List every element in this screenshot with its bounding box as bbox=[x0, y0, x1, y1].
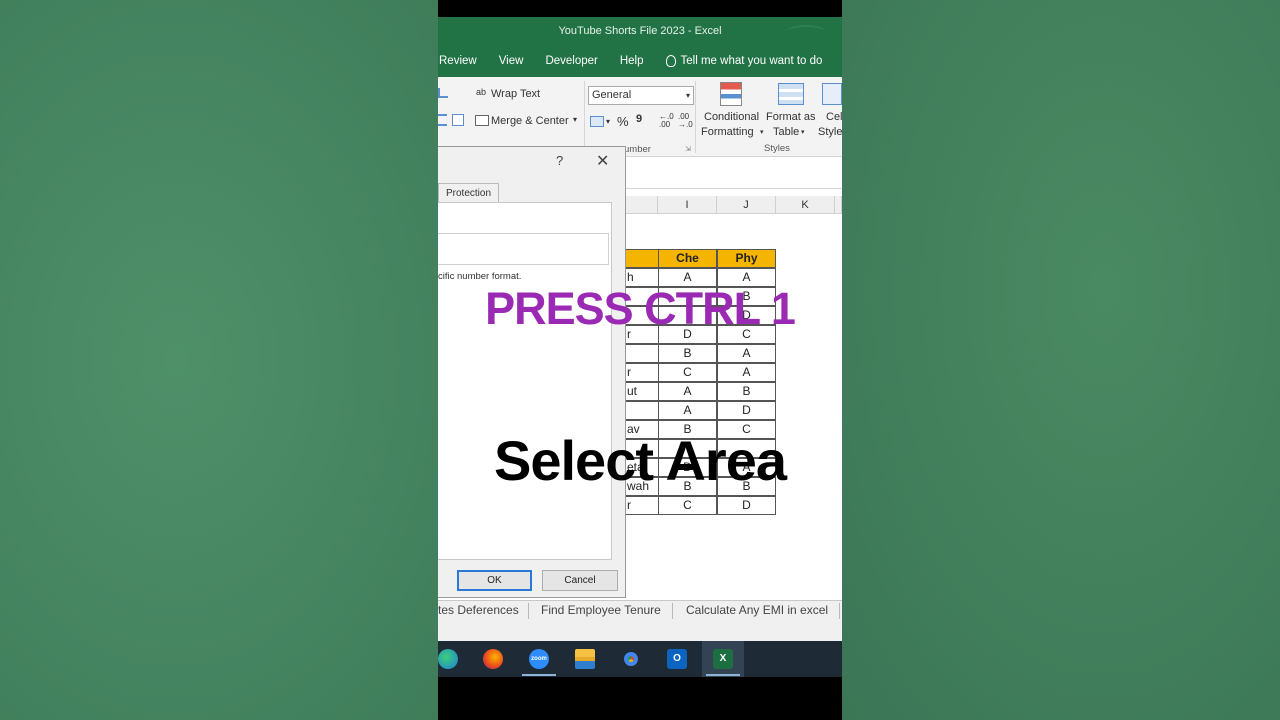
table-cell-phy[interactable]: D bbox=[717, 496, 776, 515]
format-as-table-button[interactable]: Format as bbox=[766, 111, 816, 123]
screen-recording: YouTube Shorts File 2023 - Excel Review … bbox=[438, 0, 842, 720]
ribbon-separator bbox=[584, 81, 585, 153]
group-label-styles: Styles bbox=[764, 143, 790, 154]
sheet-tab-employee-tenure[interactable]: Find Employee Tenure bbox=[541, 603, 661, 617]
active-indicator bbox=[522, 674, 556, 676]
format-cells-dialog: ? ✕ Protection cific number format. OK C… bbox=[438, 146, 626, 598]
table-cell-name[interactable] bbox=[624, 401, 659, 420]
firefox-icon[interactable] bbox=[483, 649, 503, 669]
chevron-down-icon: ▾ bbox=[801, 129, 805, 136]
table-cell-phy[interactable]: A bbox=[717, 363, 776, 382]
sheet-tab-emi[interactable]: Calculate Any EMI in excel bbox=[686, 603, 828, 617]
wrap-text-icon: ab bbox=[476, 87, 487, 97]
window-titlebar: YouTube Shorts File 2023 - Excel bbox=[438, 17, 842, 45]
header-cell-phy[interactable]: Phy bbox=[717, 249, 776, 268]
dialog-launcher-icon[interactable]: ⇲ bbox=[685, 145, 691, 153]
column-header-h[interactable] bbox=[626, 196, 658, 214]
tab-view[interactable]: View bbox=[499, 55, 524, 67]
group-label-number: umber bbox=[624, 144, 651, 155]
ribbon-tabs: Review View Developer Help Tell me what … bbox=[438, 45, 842, 77]
wrap-text-button[interactable]: Wrap Text bbox=[491, 88, 540, 100]
number-format-select[interactable]: General ▾ bbox=[588, 86, 694, 105]
table-cell-che[interactable]: C bbox=[658, 363, 717, 382]
percent-style-button[interactable]: % bbox=[617, 114, 629, 129]
chevron-down-icon: ▾ bbox=[760, 129, 764, 136]
conditional-formatting-label: Formatting bbox=[701, 126, 754, 138]
format-as-table-icon bbox=[778, 83, 804, 105]
edge-icon[interactable] bbox=[438, 649, 458, 669]
account-icon bbox=[786, 25, 826, 39]
merge-center-icon bbox=[475, 115, 489, 126]
column-header-j[interactable]: J bbox=[717, 196, 776, 214]
outlook-icon[interactable]: O bbox=[667, 649, 687, 669]
column-header-k[interactable]: K bbox=[776, 196, 835, 214]
chevron-down-icon: ▾ bbox=[685, 91, 690, 100]
decrease-decimal-icon[interactable]: .00 →.0 bbox=[678, 113, 693, 129]
table-cell-phy[interactable]: A bbox=[717, 344, 776, 363]
table-cell-name[interactable]: ut bbox=[624, 382, 659, 401]
zoom-icon[interactable]: zoom bbox=[529, 649, 549, 669]
file-explorer-icon[interactable] bbox=[575, 649, 595, 669]
table-cell-name[interactable]: r bbox=[624, 496, 659, 515]
header-cell-che[interactable]: Che bbox=[658, 249, 717, 268]
taskbar: zoom O X bbox=[438, 641, 842, 677]
merge-dropdown-icon[interactable]: ▾ bbox=[573, 115, 577, 124]
ribbon-separator bbox=[695, 81, 696, 153]
dialog-panel: cific number format. bbox=[438, 202, 612, 560]
cell-styles-label: Styles bbox=[818, 126, 842, 138]
caption-select-area: Select Area bbox=[494, 429, 787, 492]
increase-decimal-icon[interactable]: ←.0.00 bbox=[659, 113, 674, 129]
excel-icon[interactable]: X bbox=[713, 649, 733, 669]
active-indicator bbox=[706, 674, 740, 676]
table-cell-che[interactable]: C bbox=[658, 496, 717, 515]
caption-press-ctrl-1: PRESS CTRL 1 bbox=[485, 283, 796, 334]
sheet-tab-dates-deferences[interactable]: tes Deferences bbox=[438, 603, 519, 617]
table-cell-name[interactable]: r bbox=[624, 363, 659, 382]
background-left bbox=[0, 0, 438, 720]
tab-divider bbox=[672, 603, 673, 619]
decrease-indent-icon[interactable] bbox=[438, 114, 447, 126]
increase-indent-icon[interactable] bbox=[452, 114, 464, 126]
tab-divider bbox=[839, 603, 840, 619]
lightbulb-icon bbox=[665, 55, 676, 67]
table-cell-phy[interactable]: B bbox=[717, 382, 776, 401]
cell-styles-button[interactable]: Cell bbox=[826, 111, 842, 123]
chrome-icon[interactable] bbox=[621, 649, 641, 669]
cell-styles-icon bbox=[822, 83, 842, 105]
tab-review[interactable]: Review bbox=[439, 55, 477, 67]
tab-developer[interactable]: Developer bbox=[545, 55, 597, 67]
tell-me-search[interactable]: Tell me what you want to do bbox=[665, 55, 822, 67]
table-cell-phy[interactable]: D bbox=[717, 401, 776, 420]
table-cell-che[interactable]: A bbox=[658, 382, 717, 401]
cancel-button[interactable]: Cancel bbox=[542, 570, 618, 591]
ok-button[interactable]: OK bbox=[457, 570, 532, 591]
tab-protection[interactable]: Protection bbox=[438, 183, 499, 203]
help-button[interactable]: ? bbox=[556, 153, 563, 168]
format-as-table-label: Table bbox=[773, 126, 800, 138]
sheet-tabs-bar: tes Deferences Find Employee Tenure Calc… bbox=[438, 600, 842, 641]
comma-style-button[interactable]: 9 bbox=[636, 113, 642, 125]
category-description: cific number format. bbox=[438, 271, 522, 282]
header-cell-name[interactable] bbox=[624, 249, 659, 268]
table-cell-che[interactable]: B bbox=[658, 344, 717, 363]
conditional-formatting-button[interactable]: Conditional bbox=[704, 111, 759, 123]
background-right bbox=[842, 0, 1280, 720]
merge-center-button[interactable]: Merge & Center bbox=[491, 115, 569, 127]
ribbon: ab Wrap Text Merge & Center ▾ General ▾ … bbox=[438, 77, 842, 157]
tab-help[interactable]: Help bbox=[620, 55, 644, 67]
orientation-icon[interactable] bbox=[438, 88, 448, 98]
sample-box bbox=[438, 233, 609, 265]
accounting-format-icon[interactable] bbox=[590, 116, 604, 127]
table-cell-name[interactable] bbox=[624, 344, 659, 363]
window-title: YouTube Shorts File 2023 - Excel bbox=[558, 25, 722, 37]
table-cell-che[interactable]: A bbox=[658, 401, 717, 420]
column-header-l[interactable] bbox=[835, 196, 842, 214]
accounting-dropdown-icon[interactable]: ▾ bbox=[606, 117, 610, 126]
conditional-formatting-icon bbox=[720, 82, 742, 106]
column-header-i[interactable]: I bbox=[658, 196, 717, 214]
close-icon[interactable]: ✕ bbox=[596, 151, 609, 171]
tab-divider bbox=[528, 603, 529, 619]
